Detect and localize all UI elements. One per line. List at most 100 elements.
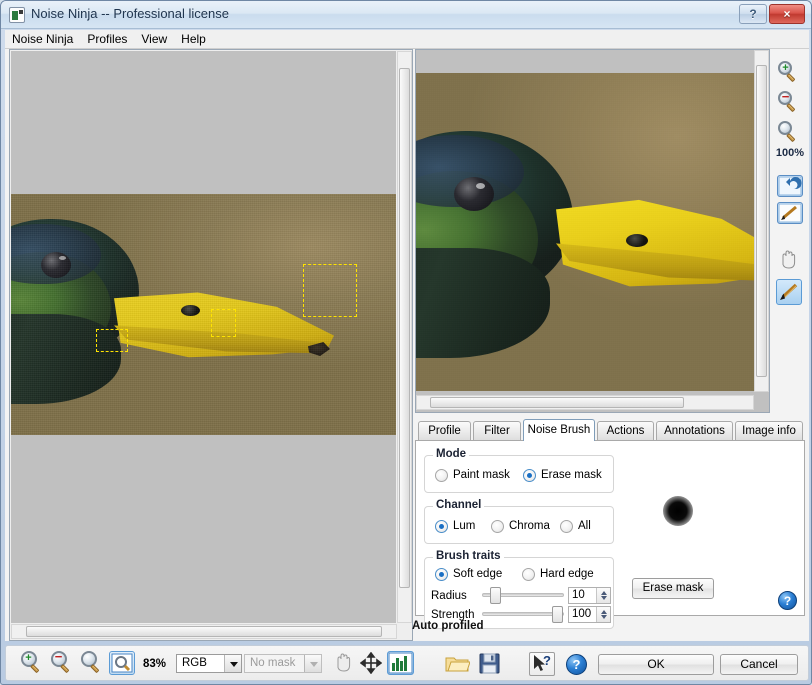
radio-paint-mask[interactable] xyxy=(435,469,448,482)
preview-panel[interactable] xyxy=(415,49,770,413)
main-content: + − 100% Profile Filter Noise Brush Acti… xyxy=(5,49,809,641)
radio-chroma[interactable] xyxy=(491,520,504,533)
close-icon[interactable]: × xyxy=(769,4,805,24)
cancel-button[interactable]: Cancel xyxy=(720,654,798,675)
source-image[interactable] xyxy=(11,194,396,435)
main-image-hscrollbar[interactable] xyxy=(11,624,397,639)
brush-icon[interactable] xyxy=(776,279,802,305)
tab-bar: Profile Filter Noise Brush Actions Annot… xyxy=(415,419,805,441)
menu-item-help[interactable]: Help xyxy=(174,30,213,48)
preview-toolbar: + − 100% xyxy=(775,49,805,413)
menu-item-view[interactable]: View xyxy=(134,30,174,48)
channel-select[interactable]: RGB xyxy=(176,654,242,673)
chevron-down-icon[interactable] xyxy=(224,655,241,672)
hscroll-thumb[interactable] xyxy=(26,626,382,637)
radio-erase-mask[interactable] xyxy=(523,469,536,482)
vscroll-thumb[interactable] xyxy=(399,68,410,588)
mode-group: Mode Paint mask Erase mask xyxy=(424,448,614,493)
strength-spin-buttons[interactable] xyxy=(596,607,610,622)
noise-sample-box-1[interactable] xyxy=(96,329,128,352)
preview-zoom-level: 100% xyxy=(775,147,805,159)
mask-select[interactable]: No mask xyxy=(244,654,322,673)
menu-item-noise-ninja[interactable]: Noise Ninja xyxy=(5,30,80,48)
label-erase-mask: Erase mask xyxy=(541,469,602,481)
brush-traits-group: Brush traits Soft edge Hard edge Radius … xyxy=(424,550,614,629)
preview-vscrollbar[interactable] xyxy=(754,50,769,392)
noise-sample-box-2[interactable] xyxy=(211,309,236,337)
tab-profile[interactable]: Profile xyxy=(418,421,471,440)
folder-open-icon[interactable] xyxy=(445,654,471,673)
main-image-panel[interactable] xyxy=(9,49,413,641)
app-icon xyxy=(9,7,25,23)
label-radius: Radius xyxy=(431,590,467,602)
tab-actions[interactable]: Actions xyxy=(597,421,654,440)
histogram-icon[interactable] xyxy=(387,651,414,675)
bottom-toolbar: + − 83% RGB No mask ? ? OK Cancel xyxy=(5,645,809,681)
strength-slider-thumb[interactable] xyxy=(552,606,563,623)
strength-spinner[interactable]: 100 xyxy=(568,606,611,623)
zoom-actual-icon[interactable] xyxy=(777,121,803,147)
radio-hard-edge[interactable] xyxy=(522,568,535,581)
channel-group: Channel Lum Chroma All xyxy=(424,499,614,544)
menu-bar: Noise Ninja Profiles View Help xyxy=(5,30,809,49)
tab-filter[interactable]: Filter xyxy=(473,421,521,440)
zoom-out-icon[interactable]: − xyxy=(50,650,74,675)
status-message: Auto profiled xyxy=(412,620,484,632)
window-title: Noise Ninja -- Professional license xyxy=(31,6,229,21)
move-icon[interactable] xyxy=(359,651,383,677)
channel-select-value: RGB xyxy=(182,657,207,669)
zoom-out-icon[interactable]: − xyxy=(777,90,803,117)
menu-item-profiles[interactable]: Profiles xyxy=(80,30,134,48)
zoom-fit-icon[interactable] xyxy=(109,651,135,675)
radio-all[interactable] xyxy=(560,520,573,533)
zoom-in-icon[interactable]: + xyxy=(20,651,44,675)
arrow-question-icon[interactable]: ? xyxy=(529,652,555,676)
tab-noise-brush[interactable]: Noise Brush xyxy=(523,419,595,441)
preview-vscroll-thumb[interactable] xyxy=(756,65,767,377)
radius-slider-thumb[interactable] xyxy=(490,587,501,604)
radio-lum[interactable] xyxy=(435,520,448,533)
zoom-actual-icon[interactable] xyxy=(80,651,104,675)
label-hard-edge: Hard edge xyxy=(540,568,594,580)
application-window: Noise Ninja -- Professional license ? × … xyxy=(0,0,812,685)
svg-text:?: ? xyxy=(543,653,551,668)
radio-soft-edge[interactable] xyxy=(435,568,448,581)
hand-icon[interactable] xyxy=(332,652,354,677)
preview-image[interactable] xyxy=(416,73,769,391)
bottom-help-icon[interactable]: ? xyxy=(566,654,587,675)
mode-group-title: Mode xyxy=(433,448,470,460)
chevron-down-icon[interactable] xyxy=(304,655,321,672)
brush-shape-preview xyxy=(663,496,693,526)
brush-preview-icon[interactable] xyxy=(777,202,803,224)
save-disk-icon[interactable] xyxy=(479,653,500,674)
label-paint-mask: Paint mask xyxy=(453,469,510,481)
main-image-vscrollbar[interactable] xyxy=(397,51,412,623)
right-panel: + − 100% Profile Filter Noise Brush Acti… xyxy=(415,49,805,641)
label-chroma: Chroma xyxy=(509,520,550,532)
channel-group-title: Channel xyxy=(433,499,485,511)
panel-help-icon[interactable]: ? xyxy=(778,591,797,610)
tab-annotations[interactable]: Annotations xyxy=(656,421,733,440)
ok-button[interactable]: OK xyxy=(598,654,714,675)
zoom-level-label: 83% xyxy=(143,658,167,670)
tab-image-info[interactable]: Image info xyxy=(735,421,803,440)
compare-original-icon[interactable] xyxy=(777,175,803,197)
label-all: All xyxy=(578,520,591,532)
hand-icon[interactable] xyxy=(777,249,803,275)
noise-brush-panel: Mode Paint mask Erase mask Channel Lum C… xyxy=(415,440,805,629)
radius-spin-buttons[interactable] xyxy=(596,588,610,603)
erase-mask-button[interactable]: Erase mask xyxy=(632,578,714,599)
main-image-canvas[interactable] xyxy=(11,51,396,623)
noise-sample-box-3[interactable] xyxy=(303,264,357,317)
zoom-in-icon[interactable]: + xyxy=(777,61,803,87)
preview-hscroll-thumb[interactable] xyxy=(430,397,684,408)
label-soft-edge: Soft edge xyxy=(453,568,503,580)
brush-traits-group-title: Brush traits xyxy=(433,550,504,562)
preview-hscrollbar[interactable] xyxy=(416,395,754,410)
radius-spinner[interactable]: 10 xyxy=(568,587,611,604)
title-bar: Noise Ninja -- Professional license ? × xyxy=(1,1,811,29)
radius-value: 10 xyxy=(572,589,585,601)
mask-select-value: No mask xyxy=(250,657,296,669)
label-lum: Lum xyxy=(453,520,476,532)
titlebar-help-button[interactable]: ? xyxy=(739,4,767,24)
